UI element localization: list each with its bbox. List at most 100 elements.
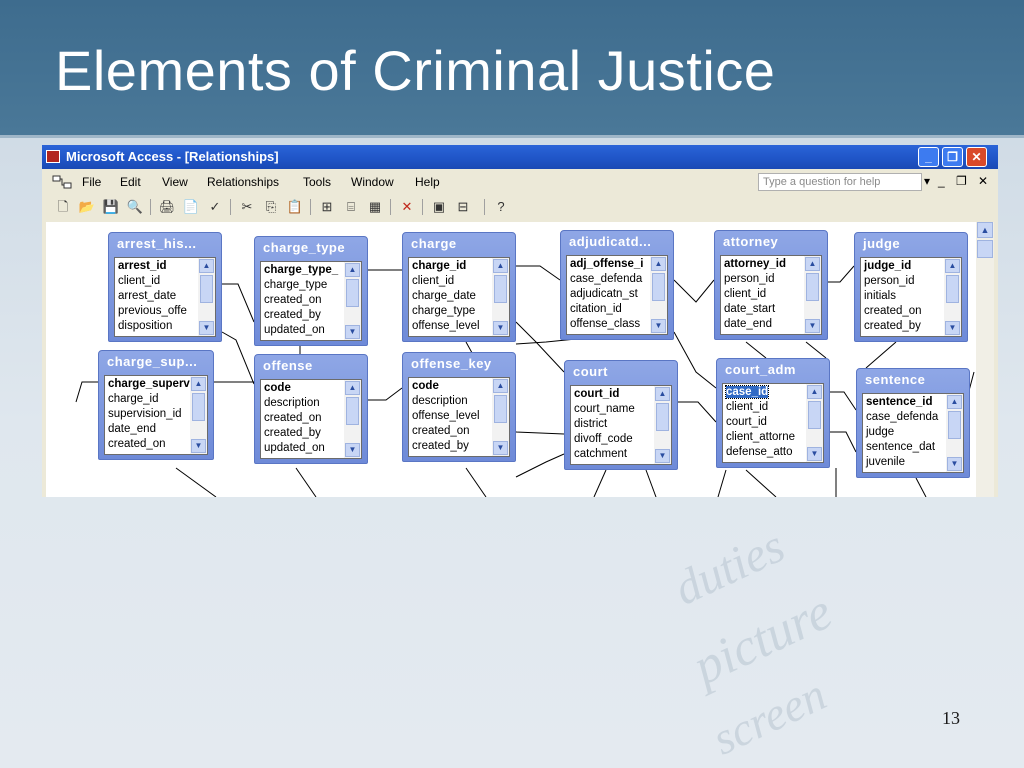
spelling-icon[interactable]: ✓ [206, 198, 224, 216]
show-all-icon[interactable]: ▦ [366, 198, 384, 216]
field-list-scrollbar[interactable]: ▲ ▼ [492, 258, 509, 336]
table-field[interactable]: created_on [108, 438, 166, 450]
table-field[interactable]: divoff_code [574, 433, 633, 445]
scroll-down-icon[interactable]: ▼ [805, 319, 820, 333]
scroll-down-icon[interactable]: ▼ [655, 449, 670, 463]
scroll-down-icon[interactable]: ▼ [493, 441, 508, 455]
help-icon[interactable]: ? [492, 198, 510, 216]
relationship-line[interactable] [805, 341, 827, 359]
table-field[interactable]: juvenile [866, 456, 905, 468]
table-field[interactable]: offense_level [412, 410, 480, 422]
restore-button[interactable]: ❐ [942, 147, 963, 167]
print-preview-icon[interactable]: 📄 [182, 198, 200, 216]
minimize-button[interactable]: _ [918, 147, 939, 167]
table-field[interactable]: charge_type [412, 305, 475, 317]
table-offense-key[interactable]: offense_key code description offense_level c… [402, 352, 516, 462]
table-title[interactable]: offense_key [411, 356, 492, 371]
table-field[interactable]: offense_level [412, 320, 480, 332]
scroll-down-icon[interactable]: ▼ [345, 443, 360, 457]
table-title[interactable]: charge_sup... [107, 354, 197, 369]
relationship-line[interactable] [75, 381, 98, 403]
field-list[interactable]: adj_offense_i case_defenda adjudicatn_st ci… [566, 255, 668, 335]
table-field[interactable]: client_id [726, 401, 768, 413]
table-field[interactable]: client_id [724, 288, 766, 300]
primary-key-field[interactable]: court_id [574, 388, 619, 400]
table-field[interactable]: charge_type [264, 279, 327, 291]
field-list[interactable]: code description created_on created_by updat… [260, 379, 362, 459]
menu-file[interactable]: File [82, 175, 101, 189]
relationship-line[interactable] [673, 331, 717, 389]
field-list-scrollbar[interactable]: ▲ ▼ [804, 256, 821, 334]
table-field[interactable]: client_id [118, 275, 160, 287]
new-icon[interactable]: 🗋 [54, 198, 72, 216]
table-field[interactable]: client_id [412, 275, 454, 287]
scroll-up-icon[interactable]: ▲ [191, 377, 206, 391]
table-court-adm[interactable]: court_adm case_id client_id court_id client_… [716, 358, 830, 468]
scroll-thumb[interactable] [494, 275, 507, 303]
table-field[interactable]: date_end [724, 318, 772, 330]
field-list-scrollbar[interactable]: ▲ ▼ [198, 258, 215, 336]
cut-icon[interactable]: ✂ [238, 198, 256, 216]
doc-restore-button[interactable]: ❐ [956, 174, 967, 188]
scroll-up-icon[interactable]: ▲ [493, 379, 508, 393]
relationship-line[interactable] [593, 469, 607, 497]
primary-key-field[interactable]: attorney_id [724, 258, 786, 270]
scroll-thumb[interactable] [346, 279, 359, 307]
menu-edit[interactable]: Edit [120, 175, 141, 189]
close-button[interactable]: ✕ [966, 147, 987, 167]
field-list[interactable]: charge_type_ charge_type created_on created… [260, 261, 362, 341]
primary-key-field[interactable]: adj_offense_i [570, 258, 644, 270]
menu-relationships[interactable]: Relationships [207, 175, 279, 189]
scroll-down-icon[interactable]: ▼ [493, 321, 508, 335]
table-field[interactable]: description [412, 395, 468, 407]
database-window-icon[interactable]: ▣ [430, 198, 448, 216]
table-field[interactable]: created_by [264, 427, 321, 439]
table-field[interactable]: defense_atto [726, 446, 793, 458]
primary-key-field[interactable]: case_id [724, 385, 770, 399]
table-field[interactable]: sentence_dat [866, 441, 935, 453]
save-icon[interactable]: 💾 [102, 198, 120, 216]
table-title[interactable]: charge [411, 236, 457, 251]
scroll-down-icon[interactable]: ▼ [947, 457, 962, 471]
table-title[interactable]: judge [863, 236, 900, 251]
primary-key-field[interactable]: judge_id [864, 260, 911, 272]
print-icon[interactable]: 🖨 [158, 198, 176, 216]
menu-tools[interactable]: Tools [303, 175, 331, 189]
search-icon[interactable]: 🔍 [126, 198, 144, 216]
table-offense[interactable]: offense code description created_on created_… [254, 354, 368, 464]
primary-key-field[interactable]: charge_id [412, 260, 466, 272]
scroll-down-icon[interactable]: ▼ [191, 439, 206, 453]
scroll-down-icon[interactable]: ▼ [651, 319, 666, 333]
new-object-icon[interactable]: ⊟ [454, 198, 472, 216]
field-list-scrollbar[interactable]: ▲ ▼ [806, 384, 823, 462]
table-attorney[interactable]: attorney attorney_id person_id client_id dat… [714, 230, 828, 340]
table-field[interactable]: citation_id [570, 303, 622, 315]
table-field[interactable]: created_on [864, 305, 922, 317]
scroll-down-icon[interactable]: ▼ [807, 447, 822, 461]
relationship-line[interactable] [295, 467, 317, 497]
relationship-line[interactable] [717, 469, 727, 497]
field-list-scrollbar[interactable]: ▲ ▼ [344, 262, 361, 340]
table-adjudicatd[interactable]: adjudicatd... adj_offense_i case_defenda ad… [560, 230, 674, 340]
scroll-thumb[interactable] [192, 393, 205, 421]
table-title[interactable]: attorney [723, 234, 778, 249]
table-judge[interactable]: judge judge_id person_id initials created_on… [854, 232, 968, 342]
table-field[interactable]: catchment [574, 448, 627, 460]
scroll-up-icon[interactable]: ▲ [655, 387, 670, 401]
field-list-scrollbar[interactable]: ▲ ▼ [944, 258, 961, 336]
relationship-line[interactable] [515, 321, 565, 373]
relationship-line[interactable] [830, 431, 857, 453]
delete-icon[interactable]: ✕ [398, 198, 416, 216]
field-list-scrollbar[interactable]: ▲ ▼ [946, 394, 963, 472]
scroll-thumb[interactable] [808, 401, 821, 429]
paste-icon[interactable]: 📋 [286, 198, 304, 216]
scroll-up-icon[interactable]: ▲ [493, 259, 508, 273]
table-field[interactable]: created_by [864, 320, 921, 332]
field-list[interactable]: case_id client_id court_id client_attorne de… [722, 383, 824, 463]
primary-key-field[interactable]: charge_superv [108, 378, 190, 390]
scroll-up-icon[interactable]: ▲ [199, 259, 214, 273]
table-court[interactable]: court court_id court_name district divoff_co… [564, 360, 678, 470]
window-titlebar[interactable]: Microsoft Access - [Relationships] _ ❐ ✕ [42, 145, 998, 169]
table-field[interactable]: disposition [118, 320, 172, 332]
relationship-line[interactable] [830, 391, 857, 411]
